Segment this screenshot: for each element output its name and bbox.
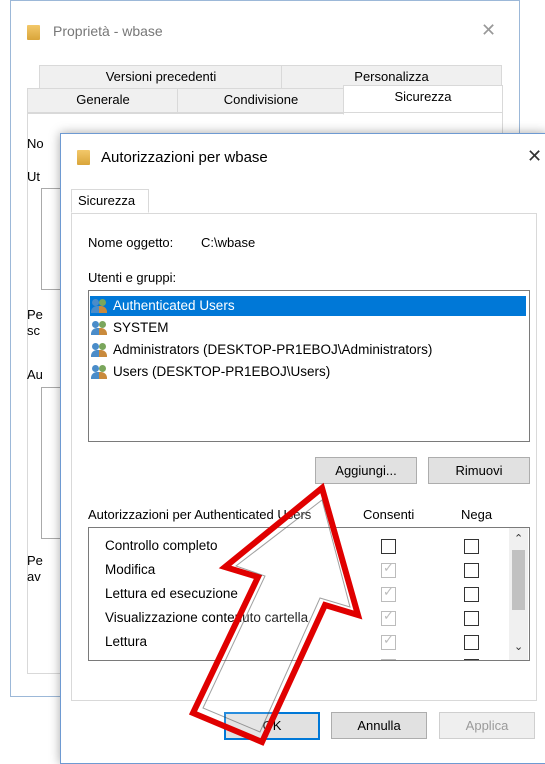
cancel-button[interactable]: Annulla bbox=[331, 712, 427, 739]
users-list[interactable]: Authenticated Users SYSTEM Administrator… bbox=[88, 290, 530, 442]
permissions-list[interactable]: Controllo completo Modifica Lettura ed e… bbox=[88, 527, 530, 661]
tab-generale[interactable]: Generale bbox=[27, 88, 179, 114]
deny-checkbox[interactable] bbox=[464, 635, 479, 650]
folder-icon bbox=[77, 150, 90, 165]
list-item[interactable]: Administrators (DESKTOP-PR1EBOJ\Administ… bbox=[91, 340, 432, 360]
properties-window-title: Proprietà - wbase bbox=[53, 23, 163, 39]
tab-sicurezza[interactable]: Sicurezza bbox=[71, 189, 149, 213]
tab-versioni-precedenti[interactable]: Versioni precedenti bbox=[39, 65, 283, 88]
permissions-header: Autorizzazioni per Authenticated Users bbox=[88, 507, 312, 522]
user-name: Administrators (DESKTOP-PR1EBOJ\Administ… bbox=[113, 342, 433, 357]
permission-name: Controllo completo bbox=[105, 538, 218, 553]
chevron-down-icon[interactable]: ⌄ bbox=[514, 640, 523, 653]
scrollbar-thumb[interactable] bbox=[512, 550, 525, 610]
list-item[interactable]: Authenticated Users bbox=[91, 296, 235, 316]
chevron-up-icon[interactable]: ⌃ bbox=[514, 532, 523, 545]
allow-checkbox[interactable]: ✓ bbox=[381, 560, 396, 578]
partial-label: No bbox=[27, 136, 44, 151]
users-icon bbox=[91, 365, 109, 380]
deny-checkbox[interactable] bbox=[464, 659, 479, 660]
deny-header: Nega bbox=[461, 507, 493, 522]
allow-checkbox[interactable]: ✓ bbox=[381, 632, 396, 650]
deny-checkbox[interactable] bbox=[464, 611, 479, 626]
partial-label: Ut bbox=[27, 169, 40, 184]
deny-checkbox[interactable] bbox=[464, 563, 479, 578]
allow-checkbox[interactable] bbox=[381, 659, 396, 660]
permission-name: Modifica bbox=[105, 562, 156, 577]
apply-button[interactable]: Applica bbox=[439, 712, 535, 739]
partial-label: av bbox=[27, 569, 41, 584]
list-item[interactable]: Users (DESKTOP-PR1EBOJ\Users) bbox=[91, 362, 330, 382]
permission-name: Lettura ed esecuzione bbox=[105, 586, 238, 601]
partial-label: sc bbox=[27, 323, 40, 338]
object-name-label: Nome oggetto: bbox=[88, 235, 174, 250]
user-name: Authenticated Users bbox=[113, 298, 235, 313]
tab-condivisione[interactable]: Condivisione bbox=[177, 88, 345, 114]
close-icon[interactable]: ✕ bbox=[527, 147, 542, 165]
allow-header: Consenti bbox=[363, 507, 415, 522]
partial-label: Au bbox=[27, 367, 43, 382]
user-name: SYSTEM bbox=[113, 320, 169, 335]
permission-name: Visualizzazione contenuto cartella bbox=[105, 610, 309, 625]
users-label: Utenti e gruppi: bbox=[88, 270, 177, 285]
add-button[interactable]: Aggiungi... bbox=[315, 457, 417, 484]
partial-label: Pe bbox=[27, 553, 43, 568]
users-icon bbox=[91, 343, 109, 358]
deny-checkbox[interactable] bbox=[464, 587, 479, 602]
allow-checkbox[interactable] bbox=[381, 539, 396, 554]
dialog-title: Autorizzazioni per wbase bbox=[101, 149, 268, 166]
allow-checkbox[interactable]: ✓ bbox=[381, 608, 396, 626]
close-icon[interactable]: ✕ bbox=[481, 21, 496, 39]
users-icon bbox=[91, 299, 109, 314]
ok-button[interactable]: OK bbox=[224, 712, 320, 740]
permissions-dialog: Autorizzazioni per wbase ✕ Sicurezza Nom… bbox=[60, 133, 545, 764]
users-icon bbox=[91, 321, 109, 336]
remove-button[interactable]: Rimuovi bbox=[428, 457, 530, 484]
user-name: Users (DESKTOP-PR1EBOJ\Users) bbox=[113, 364, 331, 379]
folder-icon bbox=[27, 25, 40, 40]
scrollbar[interactable]: ⌃ ⌄ bbox=[509, 528, 528, 660]
allow-checkbox[interactable]: ✓ bbox=[381, 584, 396, 602]
permission-name: Lettura bbox=[105, 634, 148, 649]
partial-label: Pe bbox=[27, 307, 43, 322]
object-name-value: C:\wbase bbox=[201, 235, 256, 250]
tab-sicurezza[interactable]: Sicurezza bbox=[343, 85, 503, 115]
list-item[interactable]: SYSTEM bbox=[91, 318, 169, 338]
deny-checkbox[interactable] bbox=[464, 539, 479, 554]
